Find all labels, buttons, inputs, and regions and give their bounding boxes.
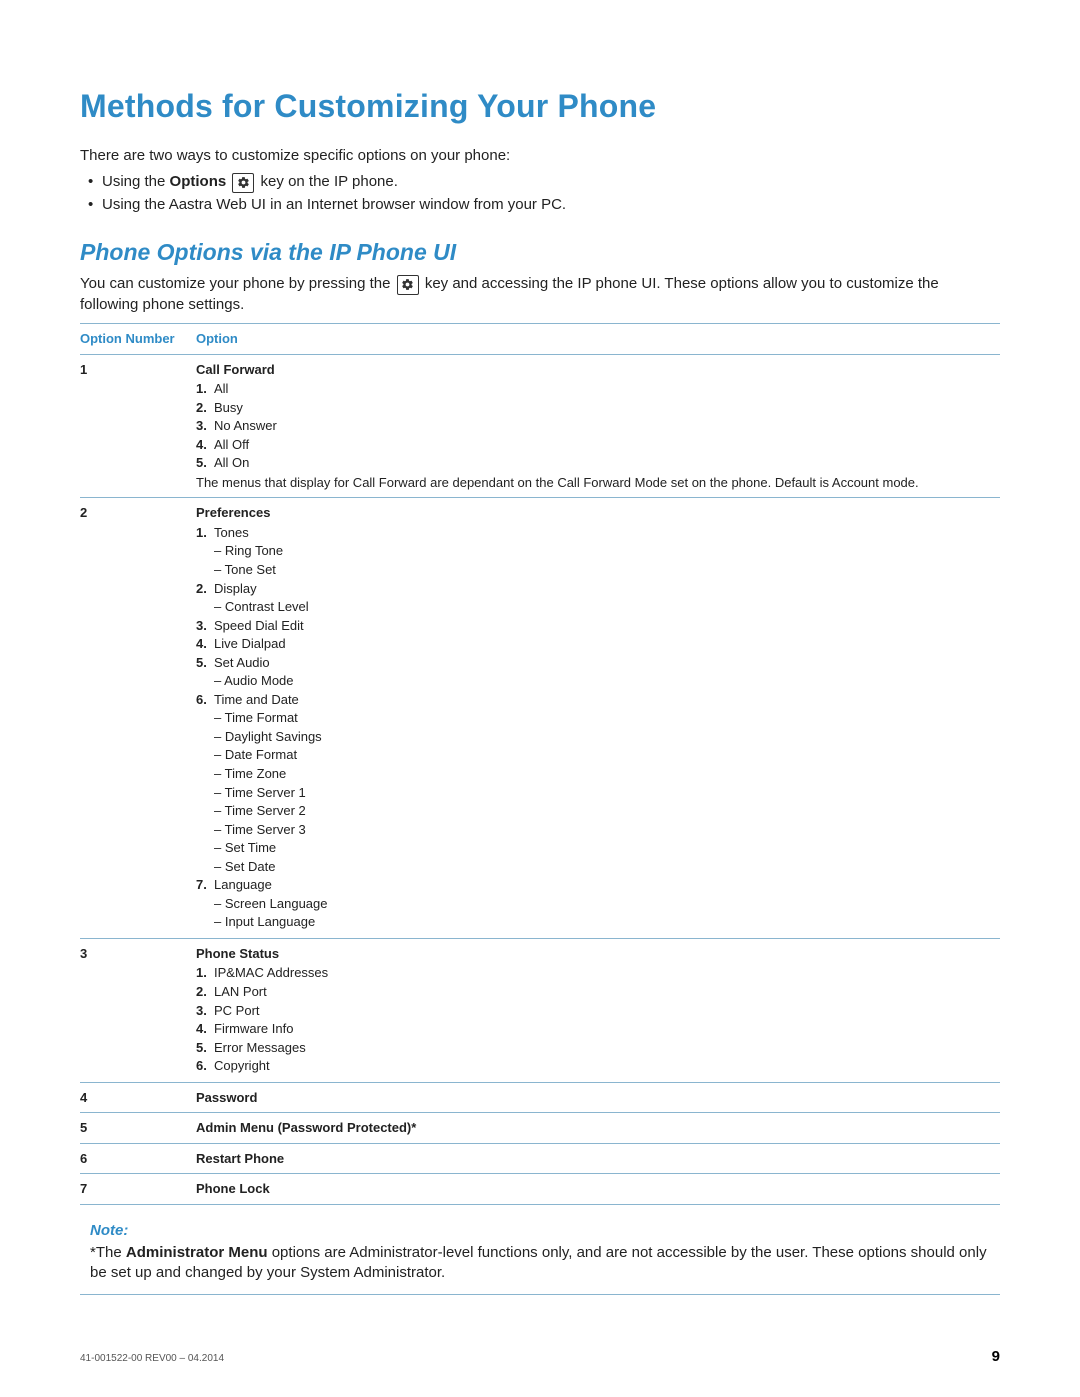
option-item: 1.Tones	[196, 524, 994, 542]
option-number: 7	[80, 1174, 196, 1205]
gear-icon	[397, 275, 419, 295]
option-item: 6.Copyright	[196, 1057, 994, 1075]
option-cell: Phone Status1.IP&MAC Addresses2.LAN Port…	[196, 938, 1000, 1082]
col-option-number: Option Number	[80, 323, 196, 354]
option-title: Call Forward	[196, 361, 994, 379]
option-title: Admin Menu (Password Protected)*	[196, 1119, 994, 1137]
option-subitem: Time Format	[214, 709, 994, 727]
option-subitem: Contrast Level	[214, 598, 994, 616]
option-item: 5.Error Messages	[196, 1039, 994, 1057]
option-cell: Admin Menu (Password Protected)*	[196, 1113, 1000, 1144]
options-table: Option Number Option 1Call Forward1.All2…	[80, 323, 1000, 1205]
table-row: 3Phone Status1.IP&MAC Addresses2.LAN Por…	[80, 938, 1000, 1082]
option-subitem: Ring Tone	[214, 542, 994, 560]
option-title: Password	[196, 1089, 994, 1107]
table-row: 7Phone Lock	[80, 1174, 1000, 1205]
intro-bullet: Using the Options key on the IP phone.	[102, 172, 1000, 193]
option-item: 4.Live Dialpad	[196, 635, 994, 653]
option-item: 6.Time and Date	[196, 691, 994, 709]
option-item: 5.Set Audio	[196, 654, 994, 672]
option-cell: Phone Lock	[196, 1174, 1000, 1205]
option-subitem: Input Language	[214, 913, 994, 931]
table-row: 1Call Forward1.All2.Busy3.No Answer4.All…	[80, 354, 1000, 498]
option-title: Restart Phone	[196, 1150, 994, 1168]
option-title: Phone Lock	[196, 1180, 994, 1198]
option-subitem: Time Server 3	[214, 821, 994, 839]
option-subitem: Daylight Savings	[214, 728, 994, 746]
option-number: 1	[80, 354, 196, 498]
option-subitem: Time Zone	[214, 765, 994, 783]
option-item: 3.Speed Dial Edit	[196, 617, 994, 635]
option-item: 3.PC Port	[196, 1002, 994, 1020]
intro-text: There are two ways to customize specific…	[80, 146, 1000, 166]
page-title: Methods for Customizing Your Phone	[80, 85, 1000, 128]
gear-icon	[232, 173, 254, 193]
option-item: 2.Display	[196, 580, 994, 598]
option-number: 3	[80, 938, 196, 1082]
option-item: 2.Busy	[196, 399, 994, 417]
option-item: 4.All Off	[196, 436, 994, 454]
table-row: 6Restart Phone	[80, 1143, 1000, 1174]
note-heading: Note:	[90, 1221, 990, 1241]
note-body: *The Administrator Menu options are Admi…	[90, 1243, 990, 1284]
note-bold: Administrator Menu	[126, 1244, 268, 1261]
option-item: 5.All On	[196, 454, 994, 472]
option-cell: Password	[196, 1082, 1000, 1113]
option-subitem: Tone Set	[214, 561, 994, 579]
option-title: Preferences	[196, 504, 994, 522]
footer-page-number: 9	[992, 1347, 1000, 1367]
intro-bullets: Using the Options key on the IP phone.Us…	[80, 172, 1000, 215]
option-cell: Preferences 1.TonesRing ToneTone Set2.Dis…	[196, 498, 1000, 939]
option-number: 6	[80, 1143, 196, 1174]
col-option: Option	[196, 323, 1000, 354]
option-number: 5	[80, 1113, 196, 1144]
option-subitem: Screen Language	[214, 895, 994, 913]
option-subitem: Set Time	[214, 839, 994, 857]
intro-bullet: Using the Aastra Web UI in an Internet b…	[102, 195, 1000, 215]
option-subitem: Audio Mode	[214, 672, 994, 690]
option-number: 4	[80, 1082, 196, 1113]
option-row-note: The menus that display for Call Forward …	[196, 474, 994, 492]
section-intro: You can customize your phone by pressing…	[80, 274, 1000, 315]
option-cell: Restart Phone	[196, 1143, 1000, 1174]
option-subitem: Date Format	[214, 746, 994, 764]
option-subitem: Time Server 1	[214, 784, 994, 802]
note-pre: *The	[90, 1244, 126, 1261]
option-item: 4.Firmware Info	[196, 1020, 994, 1038]
option-subitem: Set Date	[214, 858, 994, 876]
note-block: Note: *The Administrator Menu options ar…	[80, 1215, 1000, 1295]
option-number: 2	[80, 498, 196, 939]
footer-rev: 41-001522-00 REV00 – 04.2014	[80, 1352, 224, 1366]
option-item: 1.IP&MAC Addresses	[196, 964, 994, 982]
table-row: 2Preferences 1.TonesRing ToneTone Set2.Di…	[80, 498, 1000, 939]
section-title: Phone Options via the IP Phone UI	[80, 237, 1000, 268]
option-item: 2.LAN Port	[196, 983, 994, 1001]
option-cell: Call Forward1.All2.Busy3.No Answer4.All …	[196, 354, 1000, 498]
section-intro-pre: You can customize your phone by pressing…	[80, 275, 395, 292]
option-item: 1.All	[196, 380, 994, 398]
option-item: 7.Language	[196, 876, 994, 894]
table-row: 5Admin Menu (Password Protected)*	[80, 1113, 1000, 1144]
option-subitem: Time Server 2	[214, 802, 994, 820]
option-item: 3.No Answer	[196, 417, 994, 435]
option-title: Phone Status	[196, 945, 994, 963]
table-row: 4Password	[80, 1082, 1000, 1113]
page-footer: 41-001522-00 REV00 – 04.2014 9	[80, 1347, 1000, 1367]
